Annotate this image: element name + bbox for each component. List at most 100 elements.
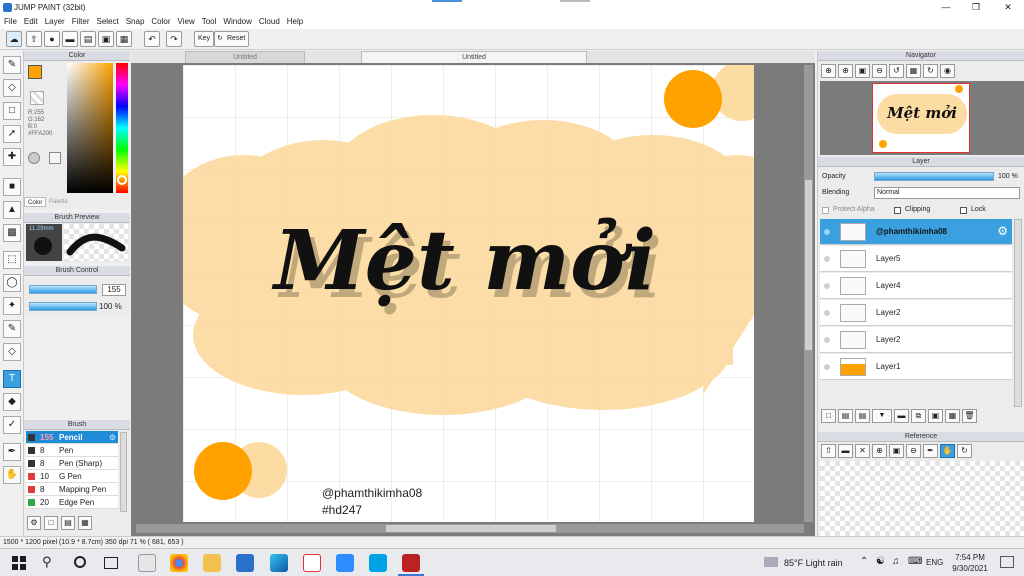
- brush-opacity-slider[interactable]: [29, 302, 97, 311]
- new-layer-icon[interactable]: □: [821, 409, 836, 423]
- ref-zoom-out-icon[interactable]: ⊖: [906, 444, 921, 458]
- menu-view[interactable]: View: [178, 15, 195, 29]
- magic-wand-tool-icon[interactable]: ✦: [3, 297, 21, 315]
- menu-file[interactable]: File: [4, 15, 17, 29]
- ref-rotate-icon[interactable]: ↻: [957, 444, 972, 458]
- horizontal-scrollbar[interactable]: [136, 524, 804, 533]
- bucket-tool-icon[interactable]: ▲: [3, 201, 21, 219]
- hue-slider[interactable]: [116, 63, 128, 193]
- cloud-icon[interactable]: ☁: [6, 31, 22, 47]
- duplicate-layer-icon[interactable]: ⧉: [911, 409, 926, 423]
- windows-start-icon[interactable]: [12, 556, 26, 570]
- vertical-scrollbar[interactable]: [804, 65, 813, 522]
- brush-item[interactable]: 20 Edge Pen: [26, 496, 118, 509]
- delete-layer-icon[interactable]: 🗑: [962, 409, 977, 423]
- ref-hand-icon[interactable]: ✋: [940, 444, 955, 458]
- task-view-icon[interactable]: [74, 556, 86, 568]
- eyedropper-tool-icon[interactable]: ✓: [3, 416, 21, 434]
- zoom-icon[interactable]: ⊕: [838, 64, 853, 78]
- ref-zoom-in-icon[interactable]: ⊕: [872, 444, 887, 458]
- skype-icon[interactable]: [369, 554, 387, 572]
- rotate-right-icon[interactable]: ↻: [923, 64, 938, 78]
- balloon-tool-icon[interactable]: ◆: [3, 393, 21, 411]
- minimize-button[interactable]: —: [932, 0, 960, 15]
- rotate-left-icon[interactable]: ↺: [889, 64, 904, 78]
- brush-settings-icon[interactable]: ⚙: [27, 516, 41, 530]
- upload-icon[interactable]: ⇧: [26, 31, 42, 47]
- vertical-scroll-thumb[interactable]: [805, 180, 812, 350]
- new-brush-icon[interactable]: □: [44, 516, 58, 530]
- merge-layer-icon[interactable]: ▣: [928, 409, 943, 423]
- layer-row[interactable]: Layer2: [820, 300, 1012, 326]
- background-color-swatch[interactable]: [30, 91, 44, 105]
- brush-item[interactable]: 8 Mapping Pen: [26, 483, 118, 496]
- duplicate-brush-icon[interactable]: ▤: [61, 516, 75, 530]
- brush-item[interactable]: 10 G Pen: [26, 470, 118, 483]
- blending-select[interactable]: Normal: [874, 187, 1020, 199]
- jump-paint-taskbar-icon[interactable]: [402, 554, 420, 572]
- fill-rect-tool-icon[interactable]: ■: [3, 178, 21, 196]
- drawing-canvas[interactable]: Mệt mởi Mệt mởi @phamthikimha08 #hd247: [183, 65, 754, 522]
- navigator-view[interactable]: Mệt mởi: [820, 81, 1024, 155]
- language-indicator[interactable]: ENG: [926, 558, 943, 567]
- menu-cloud[interactable]: Cloud: [259, 15, 280, 29]
- store-icon[interactable]: [138, 554, 156, 572]
- lasso-tool-icon[interactable]: ◯: [3, 274, 21, 292]
- reset-view-icon[interactable]: ◉: [940, 64, 955, 78]
- layer-row[interactable]: Layer2: [820, 327, 1012, 353]
- select-pen-tool-icon[interactable]: ✎: [3, 320, 21, 338]
- upload-reference-icon[interactable]: ⇧: [821, 444, 836, 458]
- network-icon[interactable]: ☯: [876, 556, 885, 567]
- chat-icon[interactable]: ●: [44, 31, 60, 47]
- paint-app-icon[interactable]: [303, 554, 321, 572]
- select-eraser-tool-icon[interactable]: ◇: [3, 343, 21, 361]
- redo-icon[interactable]: ↷: [166, 31, 182, 47]
- zoom-out-icon[interactable]: ⊖: [872, 64, 887, 78]
- dropper-tool-icon[interactable]: ✒: [3, 443, 21, 461]
- comment-icon[interactable]: ▬: [62, 31, 78, 47]
- reset-button[interactable]: ↻ Reset: [214, 31, 250, 47]
- visibility-icon[interactable]: [824, 229, 830, 235]
- key-button[interactable]: Key: [194, 31, 215, 47]
- menu-tool[interactable]: Tool: [202, 15, 217, 29]
- menu-edit[interactable]: Edit: [24, 15, 38, 29]
- edge-icon[interactable]: [270, 554, 288, 572]
- zoom-in-icon[interactable]: ⊕: [821, 64, 836, 78]
- protect-alpha-checkbox[interactable]: [822, 207, 829, 214]
- layer-row[interactable]: Layer4: [820, 273, 1012, 299]
- chevron-up-icon[interactable]: ⌃: [860, 556, 868, 567]
- brush-item[interactable]: 8 Pen (Sharp): [26, 457, 118, 470]
- weather-icon[interactable]: [764, 557, 778, 567]
- visibility-icon[interactable]: [824, 364, 830, 370]
- chrome-icon[interactable]: [170, 554, 188, 572]
- brush-file-icon[interactable]: ▦: [78, 516, 92, 530]
- brush-item[interactable]: 8 Pen: [26, 444, 118, 457]
- zoom-app-icon[interactable]: [336, 554, 354, 572]
- close-reference-icon[interactable]: ✕: [855, 444, 870, 458]
- lock-checkbox[interactable]: [960, 207, 967, 214]
- weather-text[interactable]: 85°F Light rain: [784, 558, 843, 568]
- flip-icon[interactable]: ▦: [906, 64, 921, 78]
- tab-untitled-2[interactable]: Untitled: [361, 51, 587, 63]
- palette-icon[interactable]: [28, 152, 40, 164]
- task-switch-icon[interactable]: [104, 557, 118, 569]
- eraser-tool-icon[interactable]: ◇: [3, 79, 21, 97]
- hue-slider-handle[interactable]: [117, 175, 127, 185]
- tab-color[interactable]: Color: [24, 197, 47, 207]
- ref-eyedropper-icon[interactable]: ✒: [923, 444, 938, 458]
- undo-icon[interactable]: ↶: [144, 31, 160, 47]
- text-tool-icon[interactable]: T: [3, 370, 21, 388]
- ref-fit-icon[interactable]: ▣: [889, 444, 904, 458]
- line-tool-icon[interactable]: ➚: [3, 125, 21, 143]
- gear-icon[interactable]: ⚙: [109, 431, 116, 444]
- menu-window[interactable]: Window: [223, 15, 251, 29]
- visibility-icon[interactable]: [824, 337, 830, 343]
- maximize-button[interactable]: ❐: [962, 0, 990, 15]
- layer-row[interactable]: Layer1: [820, 354, 1012, 380]
- clipping-checkbox[interactable]: [894, 207, 901, 214]
- brush-size-slider[interactable]: [29, 285, 97, 294]
- keyboard-icon[interactable]: ⌨: [908, 556, 922, 567]
- layer-scrollbar[interactable]: [1014, 219, 1022, 407]
- rectangle-tool-icon[interactable]: □: [3, 102, 21, 120]
- search-icon[interactable]: ⚲: [42, 554, 52, 570]
